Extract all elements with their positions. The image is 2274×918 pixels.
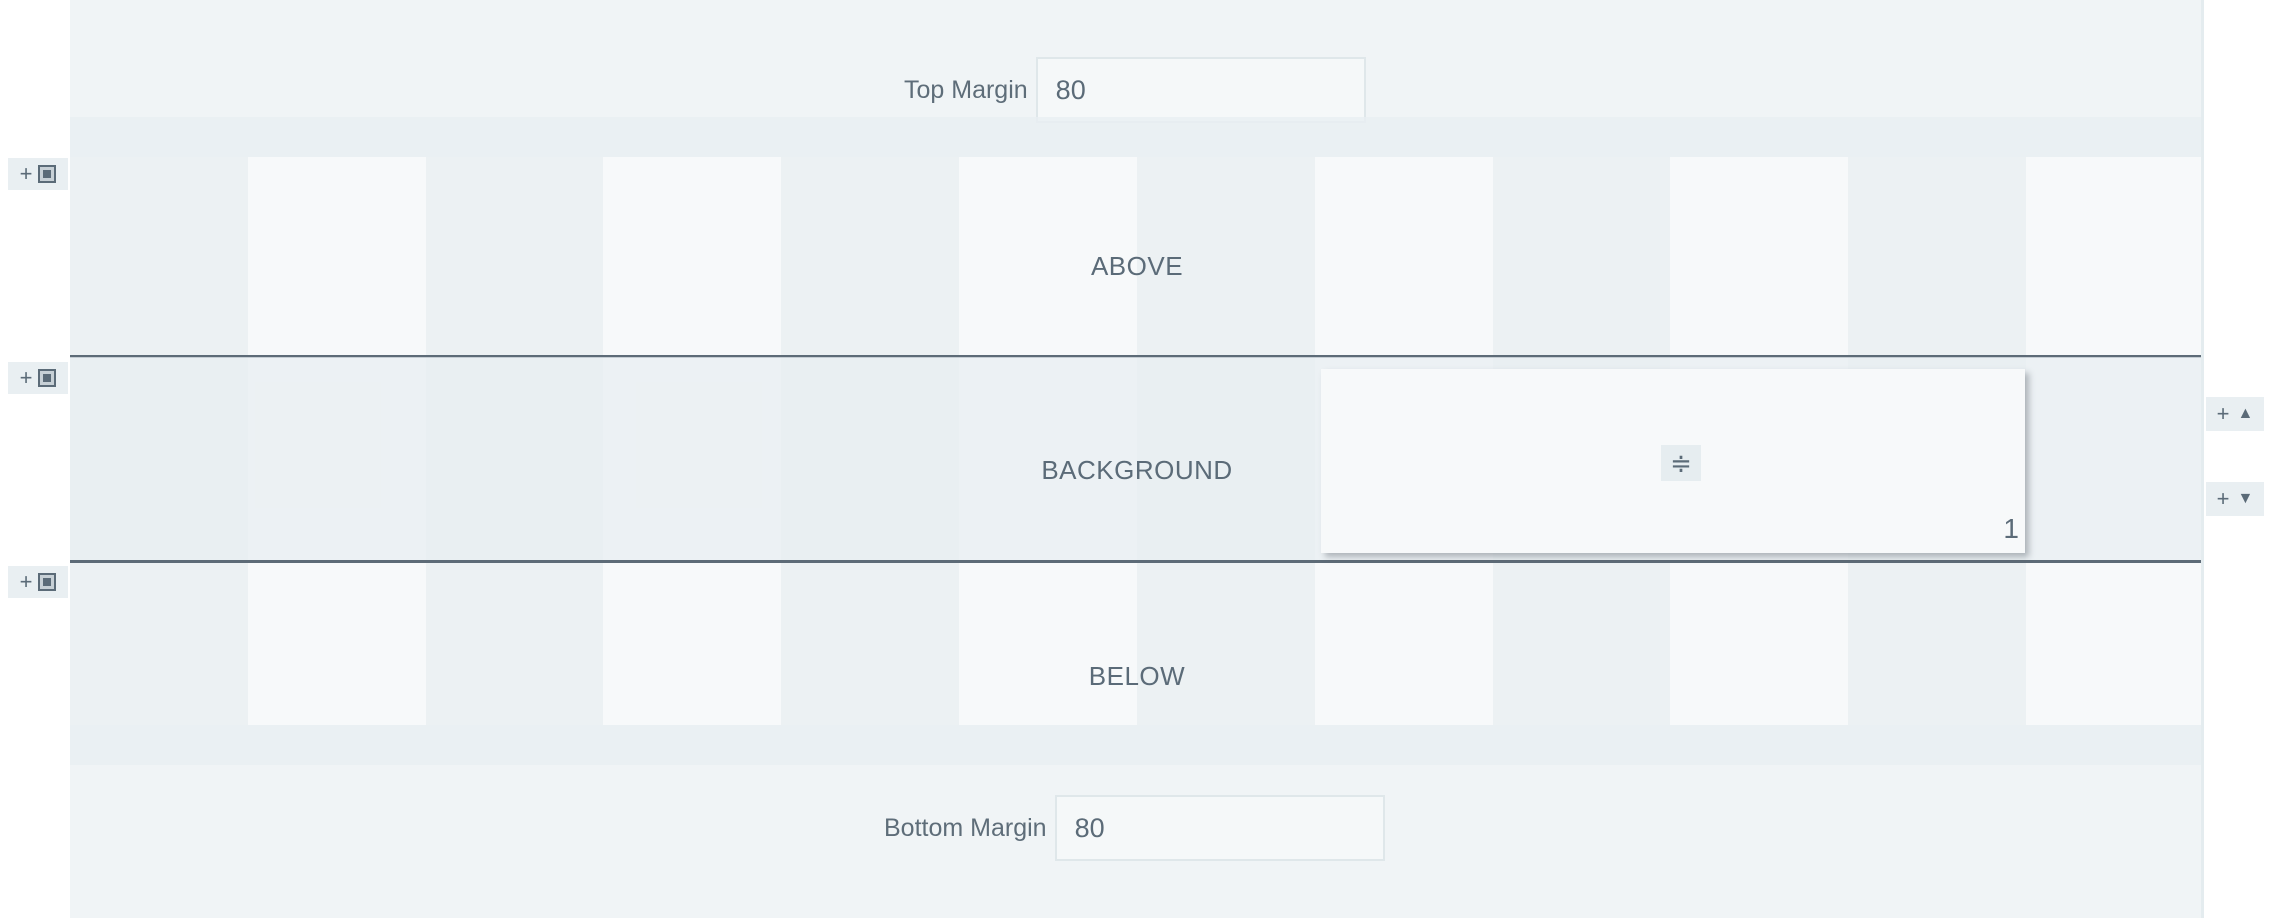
layer-square-icon (38, 573, 57, 591)
bottom-margin-input[interactable] (1054, 795, 1385, 861)
layer-below-label: BELOW (1088, 661, 1186, 691)
top-margin-label: Top Margin (904, 75, 1028, 104)
move-down-button[interactable]: + ▼ (2206, 482, 2264, 516)
move-down-icon: ▼ (2237, 490, 2254, 507)
add-layer-icon: + (19, 161, 33, 186)
add-icon: + (2216, 401, 2230, 426)
add-layer-icon: + (19, 569, 33, 594)
align-icon[interactable]: ≑ (1661, 445, 1701, 481)
add-layer-button-background[interactable]: + (8, 362, 68, 394)
layer-above-label: ABOVE (1090, 251, 1184, 281)
add-layer-icon: + (19, 365, 33, 390)
layer-below[interactable]: BELOW (70, 563, 2201, 725)
add-layer-button-above[interactable]: + (8, 158, 68, 190)
top-margin-control: Top Margin (904, 57, 1366, 123)
add-layer-button-below[interactable]: + (8, 566, 68, 598)
layer-above[interactable]: ABOVE (70, 197, 2201, 357)
block-number: 1 (2003, 513, 2019, 544)
top-margin-input[interactable] (1035, 57, 1366, 123)
move-up-icon: ▲ (2237, 405, 2254, 422)
bottom-margin-zone: Bottom Margin (70, 725, 2201, 918)
add-icon: + (2216, 486, 2230, 511)
layer-square-icon (38, 165, 57, 183)
move-up-button[interactable]: + ▲ (2206, 397, 2264, 431)
top-margin-zone: Top Margin (70, 0, 2201, 157)
content-block[interactable]: ≑ 1 (1321, 369, 2025, 553)
bottom-margin-label: Bottom Margin (884, 813, 1047, 842)
bottom-margin-control: Bottom Margin (884, 795, 1385, 861)
layer-square-icon (38, 369, 57, 387)
